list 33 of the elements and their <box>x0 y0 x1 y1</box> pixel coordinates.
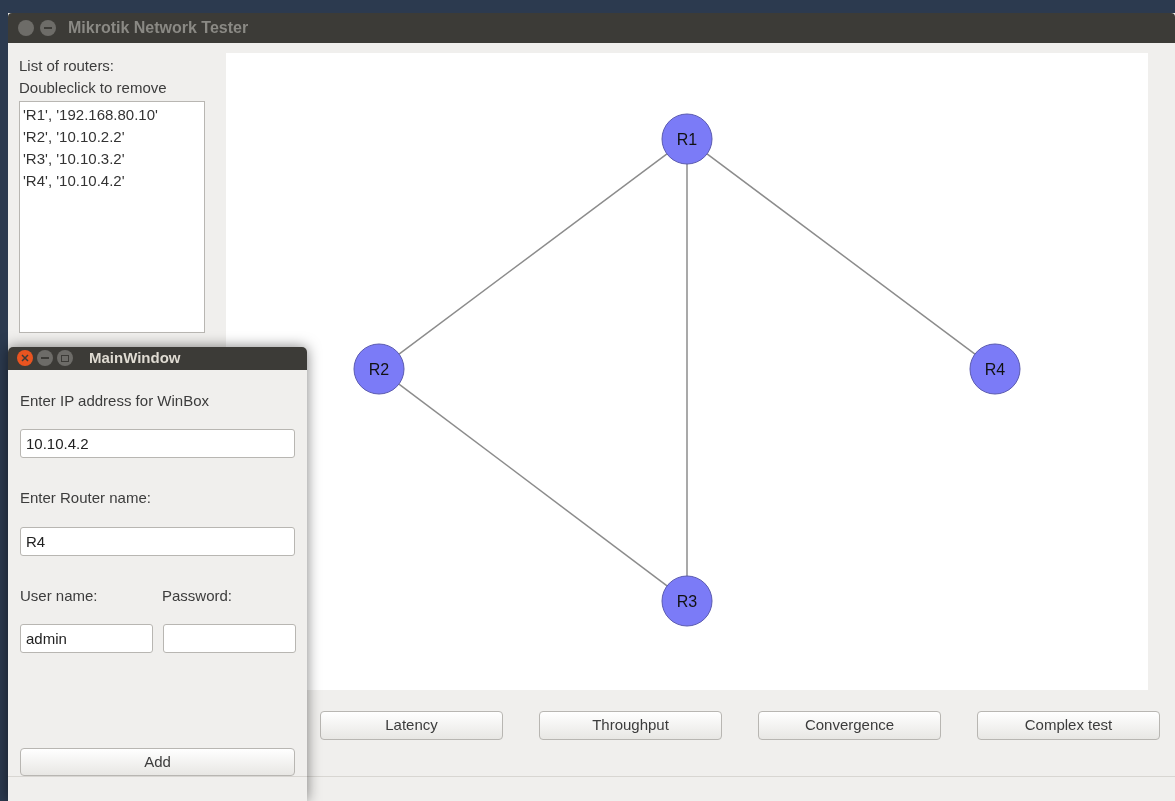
ip-address-field[interactable]: 10.10.4.2 <box>20 429 295 458</box>
router-list[interactable]: 'R1', '192.168.80.10' 'R2', '10.10.2.2' 'R3', '10.10.3.2' 'R4', '10.10.4.2' <box>19 101 205 333</box>
test-button[interactable]: Convergence <box>758 711 941 740</box>
node-label: R2 <box>368 361 390 378</box>
list-item[interactable]: 'R2', '10.10.2.2' <box>23 126 125 148</box>
test-button[interactable]: Throughput <box>539 711 722 740</box>
list-item[interactable]: 'R1', '192.168.80.10' <box>23 104 158 126</box>
field-label: Enter Router name: <box>20 488 152 508</box>
list-item[interactable]: 'R3', '10.10.3.2' <box>23 148 125 170</box>
window-title: MainWindow <box>89 348 181 368</box>
password-field[interactable] <box>163 624 296 653</box>
window-title: Mikrotik Network Tester <box>68 18 249 38</box>
minimize-icon[interactable] <box>37 350 53 367</box>
router-node <box>353 343 405 395</box>
field-label: User name: <box>20 585 99 606</box>
list-item[interactable]: 'R4', '10.10.4.2' <box>23 170 125 192</box>
field-label: Password: <box>162 585 233 606</box>
node-label: R3 <box>676 593 698 610</box>
router-name-field[interactable]: R4 <box>20 526 295 556</box>
test-button[interactable]: Latency <box>320 711 503 740</box>
field-label: Enter IP address for WinBox <box>20 390 210 411</box>
user-name-field[interactable]: admin <box>20 624 153 653</box>
node-label: R1 <box>676 131 698 148</box>
router-node <box>661 575 713 627</box>
minimize-icon[interactable] <box>40 20 56 36</box>
maximize-icon[interactable] <box>57 350 73 367</box>
node-label: R4 <box>984 361 1006 378</box>
list-label: Doubleclick to remove <box>19 78 167 98</box>
list-label: List of routers: <box>19 56 115 76</box>
router-node <box>661 113 713 165</box>
add-button[interactable]: Add <box>20 748 295 776</box>
router-node <box>969 343 1021 395</box>
test-button[interactable]: Complex test <box>977 711 1160 740</box>
